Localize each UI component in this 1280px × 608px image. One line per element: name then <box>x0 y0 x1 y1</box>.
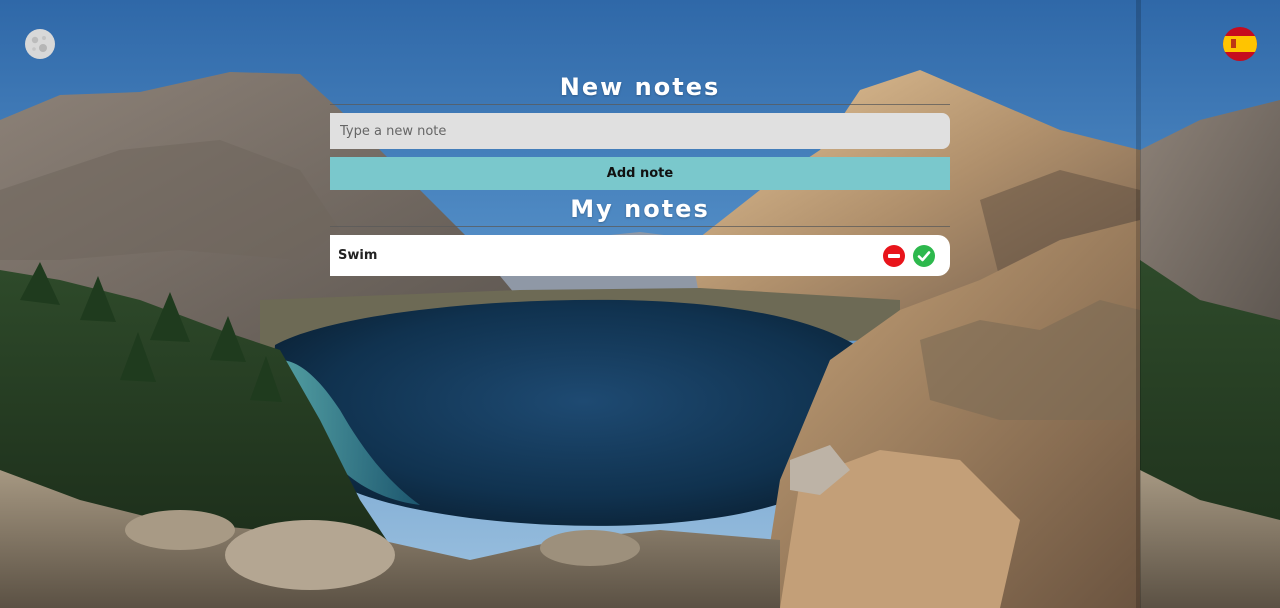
title-divider <box>330 104 950 105</box>
title-divider <box>330 226 950 227</box>
minus-circle-icon <box>883 244 905 267</box>
add-note-button[interactable]: Add note <box>330 157 950 190</box>
complete-note-button[interactable] <box>912 244 936 268</box>
theme-toggle-button[interactable] <box>24 28 56 60</box>
notes-list: Swim <box>330 235 950 276</box>
note-text: Swim <box>338 248 378 263</box>
notes-app: New notes Add note My notes Swim <box>330 70 950 276</box>
new-notes-title: New notes <box>559 73 721 101</box>
language-switch-button[interactable] <box>1223 27 1257 61</box>
app-screen: New notes Add note My notes Swim <box>0 0 1280 608</box>
check-circle-icon <box>913 244 935 267</box>
my-notes-title: My notes <box>570 195 710 223</box>
spain-flag-icon <box>1223 27 1257 61</box>
new-note-input[interactable] <box>330 113 950 149</box>
delete-note-button[interactable] <box>882 244 906 268</box>
moon-icon <box>25 29 55 59</box>
note-item: Swim <box>330 235 950 276</box>
